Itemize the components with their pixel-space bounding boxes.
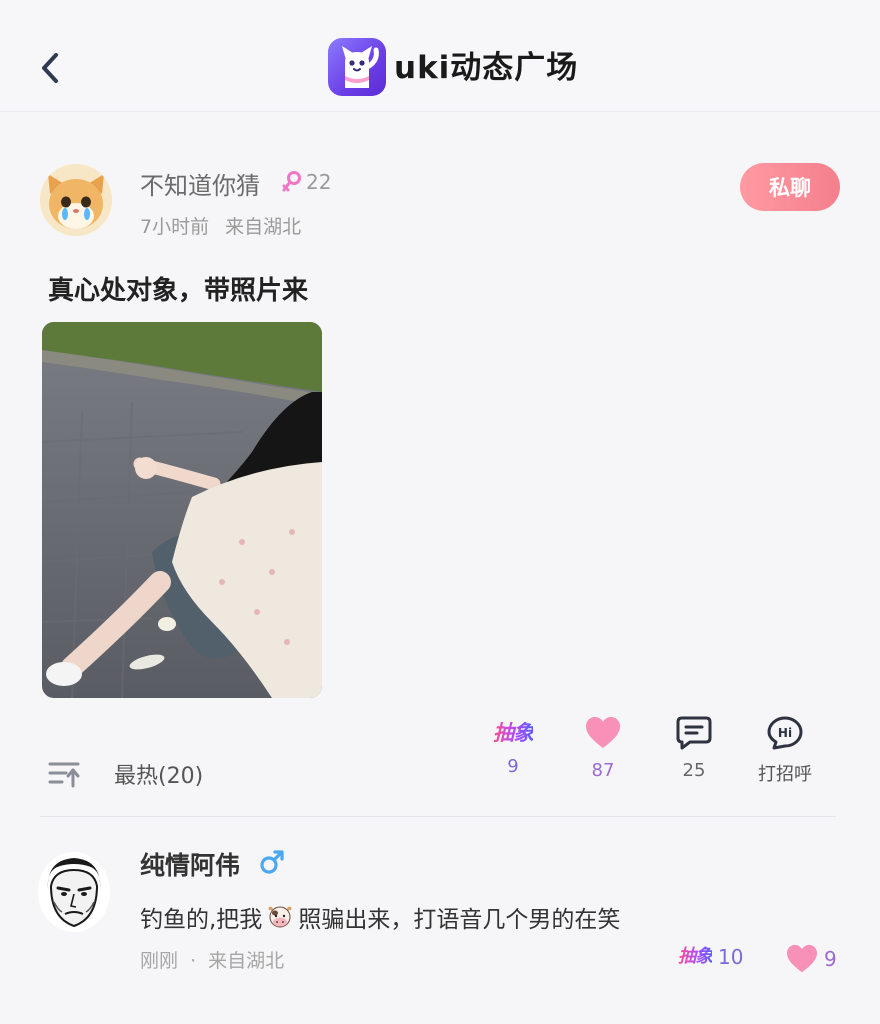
commenter-name[interactable]: 纯情阿伟 bbox=[140, 846, 240, 882]
comment-bubble-icon bbox=[676, 716, 712, 750]
sort-label: 最热(20) bbox=[114, 764, 204, 789]
comment-location: 来自湖北 bbox=[208, 950, 285, 972]
private-chat-button[interactable]: 私聊 bbox=[740, 163, 840, 211]
meta-separator: · bbox=[190, 950, 197, 972]
section-divider bbox=[40, 816, 836, 817]
comment-text: 钓鱼的,把我 照骗出来，打语音几个男的在笑 bbox=[140, 900, 620, 934]
heart-icon bbox=[586, 717, 620, 748]
comment-like-count: 9 bbox=[824, 947, 837, 971]
commenter-avatar[interactable] bbox=[38, 852, 110, 932]
sort-icon bbox=[48, 762, 80, 788]
comment-text-part-2: 照骗出来，打语音几个男的在笑 bbox=[298, 907, 621, 933]
like-button[interactable]: 87 bbox=[574, 716, 632, 781]
comment-sort-control[interactable]: 最热(20) bbox=[48, 758, 203, 790]
comment-time: 刚刚 bbox=[140, 950, 179, 972]
comment-abstract-button[interactable]: 抽象 10 bbox=[678, 942, 743, 972]
heart-icon bbox=[787, 944, 817, 973]
author-age: 22 bbox=[306, 170, 332, 194]
abstract-logo-icon: 抽象 bbox=[493, 716, 534, 750]
comment-like-button[interactable]: 9 bbox=[786, 944, 837, 974]
abstract-reaction-button[interactable]: 抽象 9 bbox=[482, 716, 544, 777]
cow-emoji-icon bbox=[266, 904, 294, 930]
say-hi-button[interactable]: Hi 打招呼 bbox=[752, 716, 818, 786]
post-photo[interactable] bbox=[42, 322, 322, 698]
female-symbol-icon bbox=[282, 171, 301, 192]
page-title: uki动态广场 bbox=[394, 50, 579, 86]
like-count: 87 bbox=[591, 760, 615, 781]
top-nav-bar: uki动态广场 bbox=[0, 0, 880, 112]
post-meta: 7小时前 来自湖北 bbox=[140, 212, 301, 239]
post-author-name[interactable]: 不知道你猜 bbox=[140, 166, 260, 201]
post-content-text: 真心处对象，带照片来 bbox=[48, 276, 309, 306]
post-author-avatar[interactable] bbox=[40, 164, 112, 236]
gender-age-badge: 22 bbox=[282, 170, 331, 194]
abstract-logo-icon: 抽象 bbox=[678, 942, 713, 972]
post-location: 来自湖北 bbox=[225, 216, 302, 238]
male-symbol-icon bbox=[258, 848, 286, 880]
abstract-count: 9 bbox=[507, 756, 519, 777]
comment-abstract-count: 10 bbox=[718, 945, 744, 969]
comment-button[interactable]: 25 bbox=[664, 716, 724, 781]
uki-cat-logo-icon bbox=[328, 38, 386, 96]
back-button[interactable] bbox=[30, 46, 70, 90]
svg-text:Hi: Hi bbox=[778, 726, 792, 740]
hi-bubble-icon: Hi bbox=[767, 716, 803, 750]
comment-meta: 刚刚 · 来自湖北 bbox=[140, 946, 284, 973]
say-hi-label: 打招呼 bbox=[758, 764, 812, 785]
chevron-left-icon bbox=[42, 53, 58, 83]
comment-text-part-1: 钓鱼的,把我 bbox=[140, 907, 263, 933]
post-time: 7小时前 bbox=[140, 216, 210, 238]
comment-count: 25 bbox=[682, 760, 706, 781]
